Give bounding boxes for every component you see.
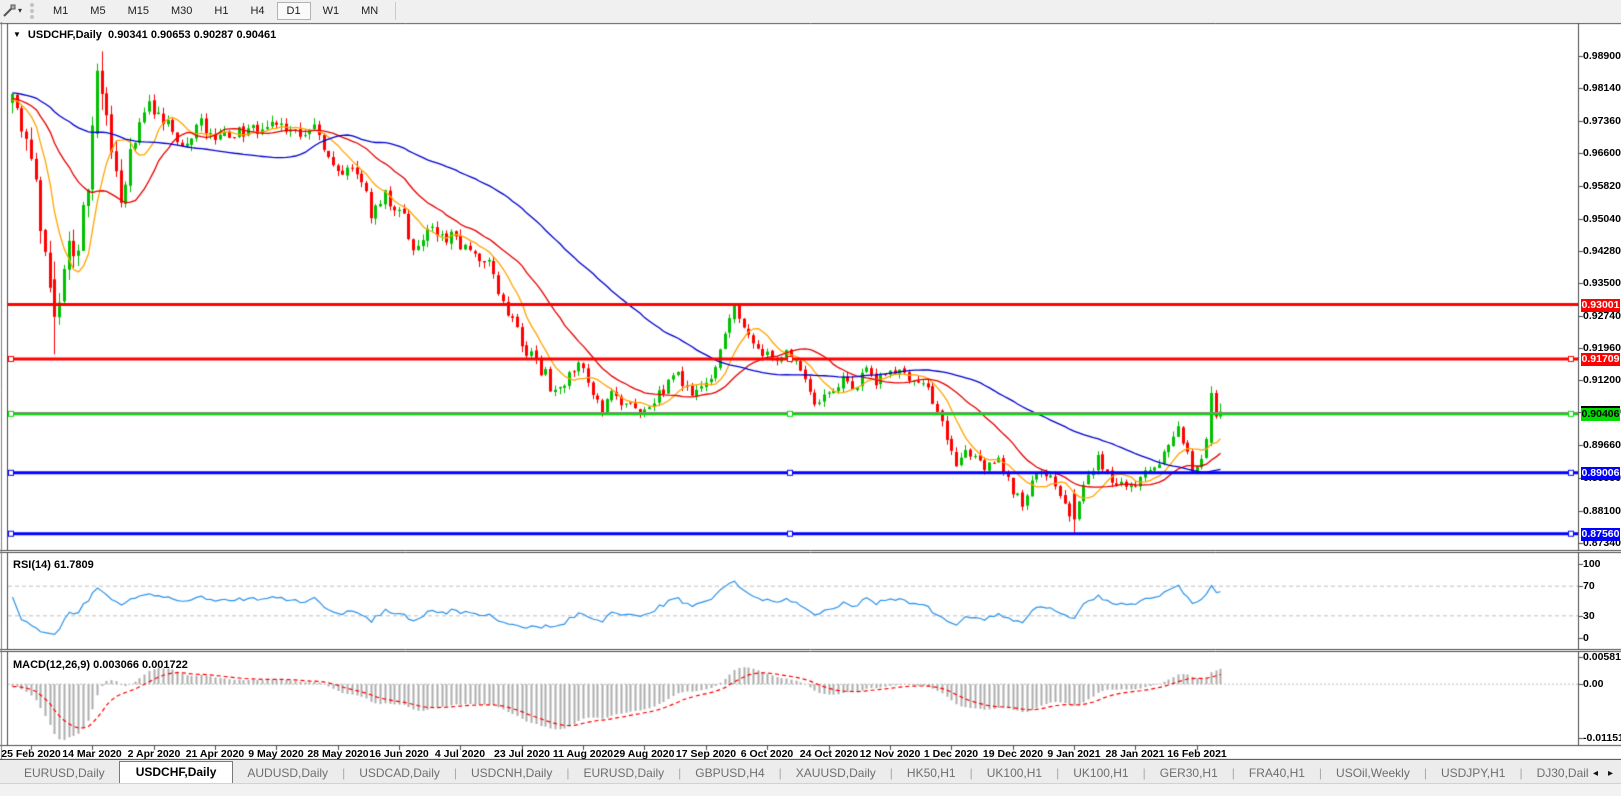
- tab-scroll-left-icon[interactable]: ◂: [1593, 768, 1598, 779]
- chart-tab-FRA40-H1[interactable]: FRA40,H1: [1235, 763, 1319, 783]
- chart-tab-USDCAD-Daily[interactable]: USDCAD,Daily: [345, 763, 454, 783]
- timeframe-toolbar: ▾ M1M5M15M30H1H4D1W1MN: [0, 0, 1621, 23]
- toolbar-separator: [395, 2, 396, 20]
- chevron-down-icon: ▾: [18, 1, 22, 21]
- timeframe-button-M5[interactable]: M5: [80, 2, 115, 20]
- chart-window: ▼USDCHF,Daily 0.90341 0.90653 0.90287 0.…: [0, 22, 1621, 760]
- chart-tab-GER30-H1[interactable]: GER30,H1: [1146, 763, 1232, 783]
- chart-tab-USDCHF-Daily[interactable]: USDCHF,Daily: [119, 761, 234, 783]
- chart-tab-XAUUSD-Daily[interactable]: XAUUSD,Daily: [782, 763, 890, 783]
- status-bar: [0, 783, 1621, 796]
- timeframe-button-M1[interactable]: M1: [43, 2, 78, 20]
- chart-tab-GBPUSD-H4[interactable]: GBPUSD,H4: [681, 763, 778, 783]
- chart-tab-USOil-Weekly[interactable]: USOil,Weekly: [1322, 763, 1424, 783]
- tab-scroll-right-icon[interactable]: ▸: [1608, 768, 1613, 779]
- chart-tabs: EURUSD,DailyUSDCHF,DailyAUDUSD,Daily|USD…: [0, 760, 1589, 783]
- timeframe-button-H4[interactable]: H4: [240, 2, 274, 20]
- chart-tab-UK100-H1[interactable]: UK100,H1: [1059, 763, 1142, 783]
- chart-tab-DJ30-Daily[interactable]: DJ30,Daily: [1523, 763, 1589, 783]
- timeframe-buttons: M1M5M15M30H1H4D1W1MN: [42, 2, 389, 20]
- mt4-window: ▾ M1M5M15M30H1H4D1W1MN ▼USDCHF,Daily 0.9…: [0, 0, 1621, 796]
- toolbar-grip[interactable]: [30, 3, 34, 19]
- tab-scroll-buttons: ◂ ▸: [1589, 768, 1621, 783]
- chart-tab-UK100-H1[interactable]: UK100,H1: [973, 763, 1056, 783]
- timeframe-button-H1[interactable]: H1: [204, 2, 238, 20]
- price-chart-canvas[interactable]: [0, 22, 1621, 760]
- timeframe-button-D1[interactable]: D1: [277, 2, 311, 20]
- draw-tool-button[interactable]: ▾: [0, 1, 28, 21]
- chart-tab-HK50-H1[interactable]: HK50,H1: [893, 763, 970, 783]
- chart-tab-USDCNH-Daily[interactable]: USDCNH,Daily: [457, 763, 566, 783]
- pencil-icon: [2, 4, 16, 18]
- timeframe-button-MN[interactable]: MN: [351, 2, 388, 20]
- chart-tab-EURUSD-Daily[interactable]: EURUSD,Daily: [569, 763, 678, 783]
- timeframe-button-W1[interactable]: W1: [313, 2, 350, 20]
- chart-tab-EURUSD-Daily[interactable]: EURUSD,Daily: [10, 763, 119, 783]
- chart-tab-bar: EURUSD,DailyUSDCHF,DailyAUDUSD,Daily|USD…: [0, 760, 1621, 783]
- chart-tab-AUDUSD-Daily[interactable]: AUDUSD,Daily: [233, 763, 342, 783]
- timeframe-button-M15[interactable]: M15: [118, 2, 159, 20]
- chart-tab-USDJPY-H1[interactable]: USDJPY,H1: [1427, 763, 1519, 783]
- timeframe-button-M30[interactable]: M30: [161, 2, 202, 20]
